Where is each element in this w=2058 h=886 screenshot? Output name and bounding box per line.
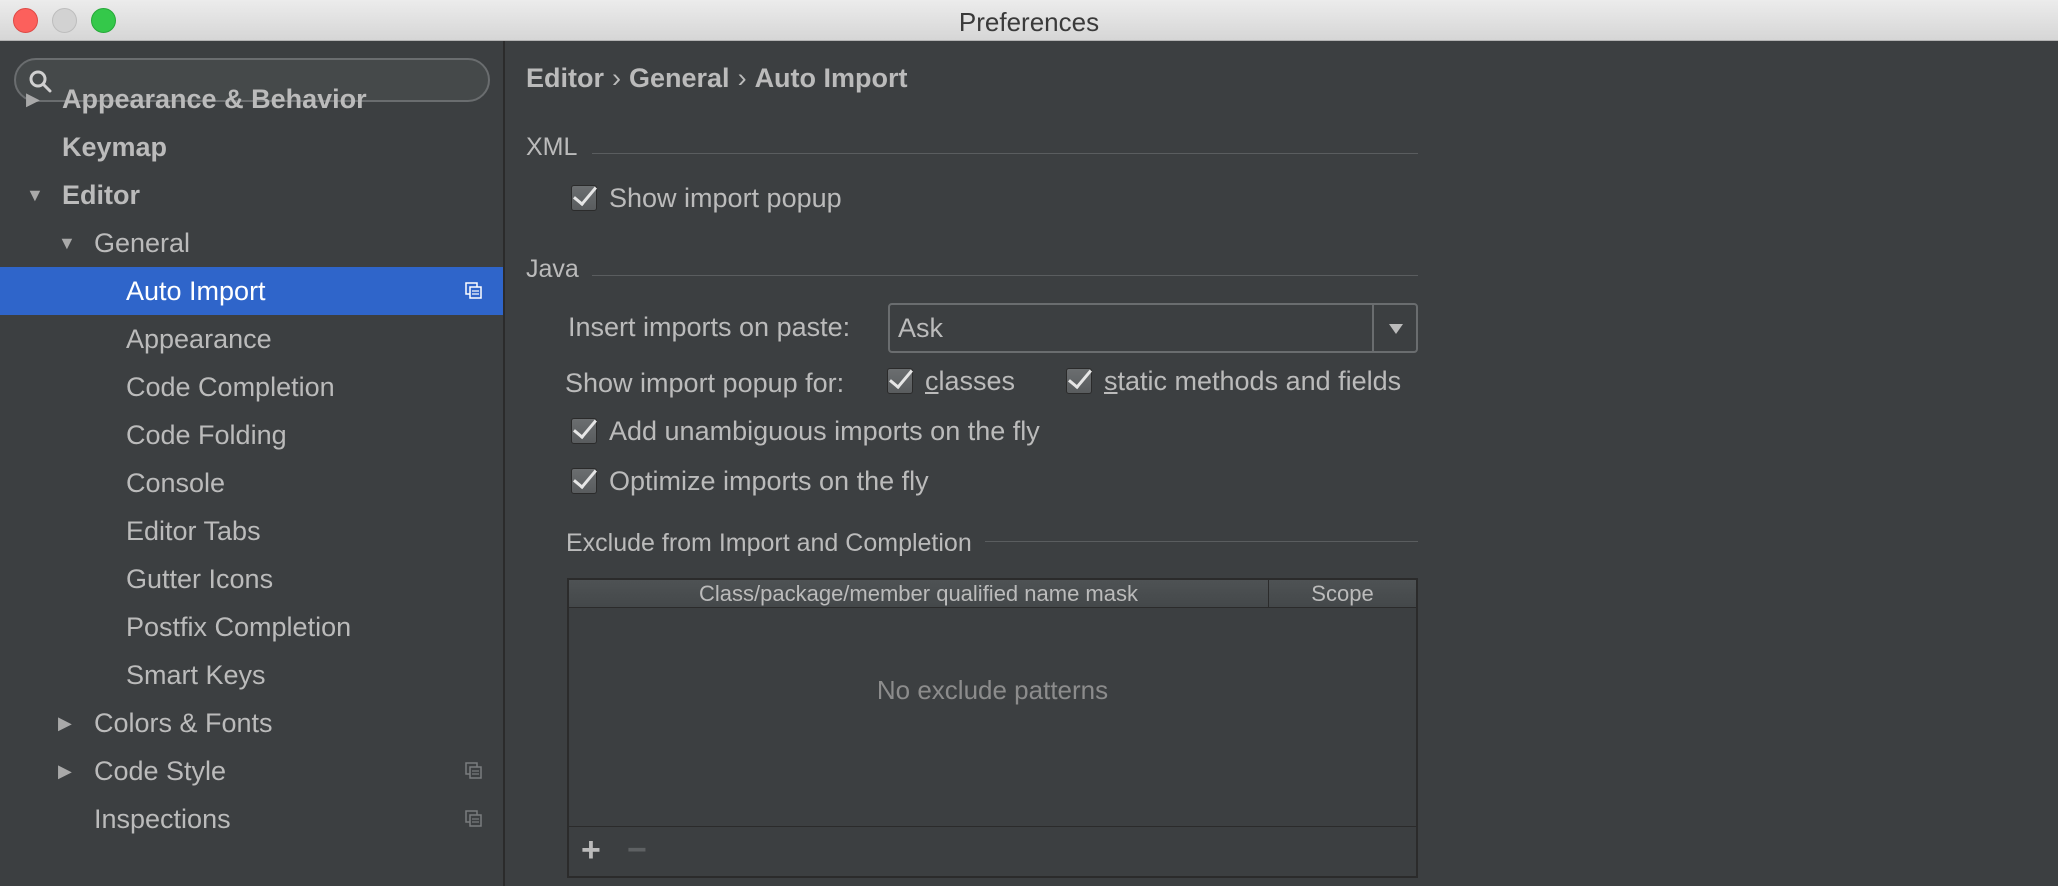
static-methods-checkbox[interactable]: static methods and fields: [1066, 364, 1401, 398]
sidebar-item-auto-import[interactable]: Auto Import: [0, 267, 503, 315]
dropdown-arrow-icon[interactable]: [1372, 305, 1416, 351]
insert-imports-select[interactable]: Ask: [888, 303, 1418, 353]
chevron-down-icon[interactable]: ▼: [26, 171, 46, 219]
sidebar-item-inspections[interactable]: Inspections: [0, 795, 503, 843]
sidebar-item-code-folding[interactable]: Code Folding: [0, 411, 503, 459]
sidebar-item-code-style[interactable]: ▶ Code Style: [0, 747, 503, 795]
checkbox-checked-icon[interactable]: [571, 185, 597, 211]
add-unambiguous-imports-checkbox[interactable]: Add unambiguous imports on the fly: [571, 414, 1040, 448]
chevron-down-icon[interactable]: ▼: [58, 219, 78, 267]
settings-content: Editor › General › Auto Import XML Show impo…: [507, 41, 2058, 886]
sidebar-item-gutter-icons[interactable]: Gutter Icons: [0, 555, 503, 603]
section-divider: [985, 541, 1418, 542]
sidebar-item-general[interactable]: ▼ General: [0, 219, 503, 267]
sidebar-item-appearance-behavior[interactable]: ▶ Appearance & Behavior: [0, 75, 503, 123]
section-divider: [592, 153, 1418, 154]
breadcrumb: Editor › General › Auto Import: [526, 63, 908, 94]
breadcrumb-separator-icon: ›: [737, 63, 747, 93]
sidebar-item-editor-tabs[interactable]: Editor Tabs: [0, 507, 503, 555]
xml-section-title: XML: [526, 133, 578, 161]
checkbox-checked-icon[interactable]: [571, 418, 597, 444]
sidebar-item-smart-keys[interactable]: Smart Keys: [0, 651, 503, 699]
sidebar-item-postfix-completion[interactable]: Postfix Completion: [0, 603, 503, 651]
chevron-right-icon[interactable]: ▶: [58, 747, 78, 795]
project-settings-icon: [465, 762, 482, 779]
section-divider: [592, 275, 1418, 276]
sidebar-item-appearance[interactable]: Appearance: [0, 315, 503, 363]
settings-sidebar: ▶ Appearance & Behavior Keymap ▼ Editor …: [0, 41, 505, 886]
show-import-popup-xml-checkbox[interactable]: Show import popup: [571, 181, 842, 215]
optimize-imports-checkbox[interactable]: Optimize imports on the fly: [571, 464, 929, 498]
project-settings-icon: [465, 282, 482, 299]
project-settings-icon: [465, 810, 482, 827]
table-toolbar: + −: [569, 826, 1416, 876]
sidebar-item-console[interactable]: Console: [0, 459, 503, 507]
empty-table-message: No exclude patterns: [876, 675, 1109, 705]
classes-checkbox[interactable]: classes: [887, 364, 1015, 398]
insert-imports-label: Insert imports on paste:: [568, 312, 851, 342]
sidebar-item-keymap[interactable]: Keymap: [0, 123, 503, 171]
sidebar-item-editor[interactable]: ▼ Editor: [0, 171, 503, 219]
exclude-patterns-table[interactable]: Class/package/member qualified name mask…: [567, 578, 1418, 878]
java-section-title: Java: [526, 255, 579, 283]
breadcrumb-separator-icon: ›: [612, 63, 621, 93]
breadcrumb-item[interactable]: Editor: [526, 63, 604, 93]
chevron-right-icon[interactable]: ▶: [58, 699, 78, 747]
exclude-section-title: Exclude from Import and Completion: [566, 529, 972, 557]
column-header-mask[interactable]: Class/package/member qualified name mask: [569, 580, 1269, 608]
table-header: Class/package/member qualified name mask…: [569, 580, 1416, 608]
remove-icon[interactable]: −: [627, 833, 647, 867]
column-header-scope[interactable]: Scope: [1269, 580, 1416, 608]
checkbox-checked-icon[interactable]: [1066, 368, 1092, 394]
sidebar-item-code-completion[interactable]: Code Completion: [0, 363, 503, 411]
window-title: Preferences: [958, 7, 1100, 37]
breadcrumb-item[interactable]: General: [629, 63, 730, 93]
show-popup-for-label: Show import popup for:: [565, 368, 845, 398]
add-icon[interactable]: +: [581, 833, 601, 867]
title-bar: Preferences: [0, 0, 2058, 41]
sidebar-item-colors-fonts[interactable]: ▶ Colors & Fonts: [0, 699, 503, 747]
checkbox-checked-icon[interactable]: [887, 368, 913, 394]
checkbox-checked-icon[interactable]: [571, 468, 597, 494]
breadcrumb-item: Auto Import: [754, 63, 908, 93]
chevron-right-icon[interactable]: ▶: [26, 75, 46, 123]
